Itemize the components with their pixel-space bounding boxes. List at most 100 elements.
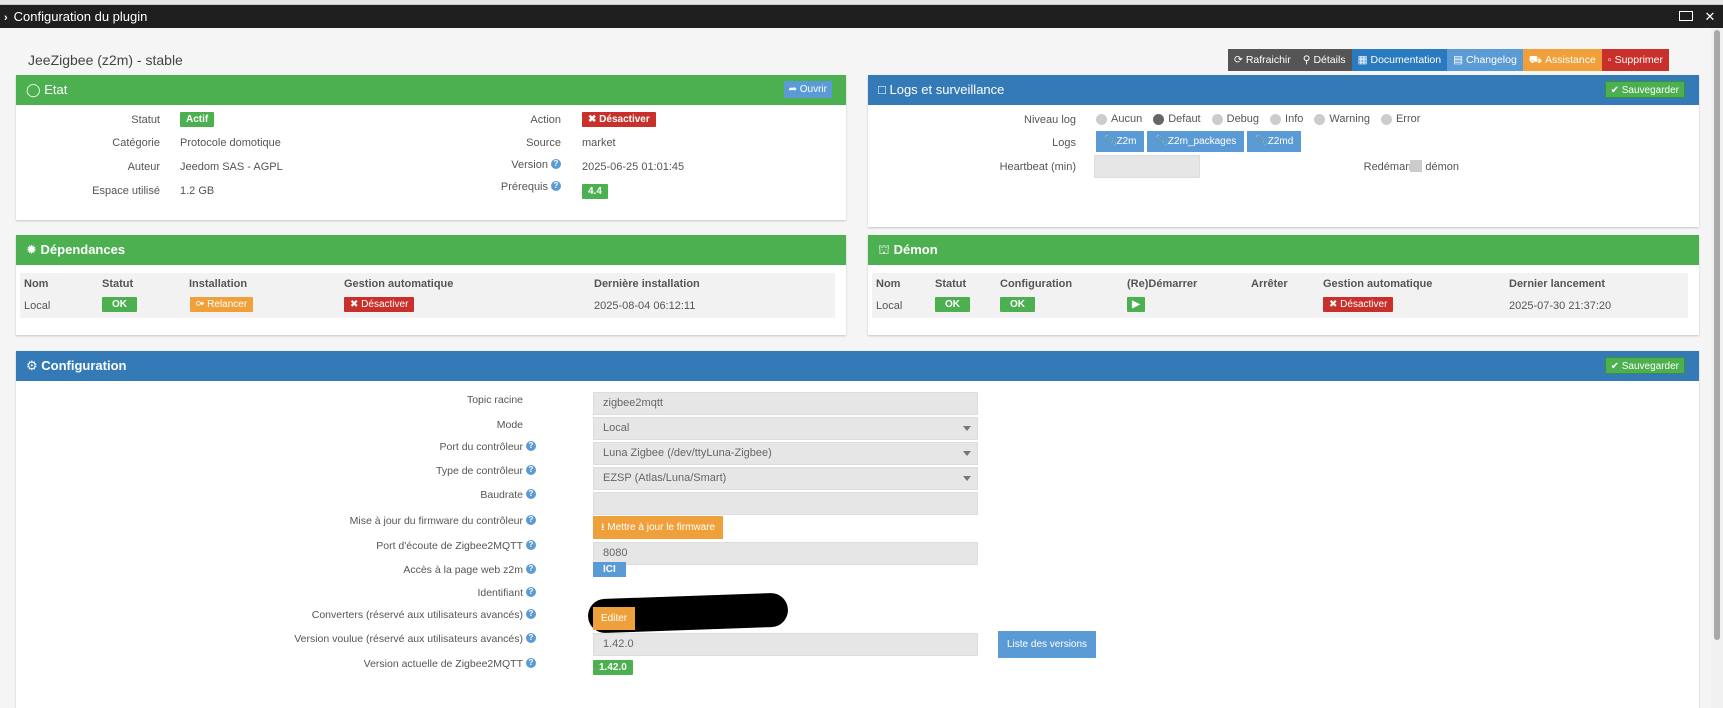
converters-label: Converters (réservé aux utilisateurs ava… [16, 609, 536, 621]
help-icon[interactable]: ? [526, 658, 536, 668]
demon-deactivate-button[interactable]: ✖ Désactiver [1323, 297, 1394, 312]
log-level-radio[interactable]: Info [1270, 113, 1303, 125]
type-select[interactable]: EZSP (Atlas/Luna/Smart) [593, 467, 978, 490]
maximize-button[interactable] [1679, 5, 1693, 28]
help-icon[interactable]: ? [551, 181, 561, 191]
help-icon[interactable]: ? [526, 515, 536, 525]
firmware-label-text: Mise à jour du firmware du contrôleur [349, 515, 523, 527]
logs-save-button[interactable]: ✔ Sauvegarder [1604, 81, 1685, 98]
close-button[interactable]: ✕ [1703, 5, 1717, 28]
changelog-label: Changelog [1466, 54, 1517, 66]
radio-dot[interactable] [1380, 113, 1392, 125]
version-voulue-input[interactable]: 1.42.0 [593, 633, 978, 656]
help-icon[interactable]: ? [551, 159, 561, 169]
source-label: Source [526, 137, 561, 149]
port-select[interactable]: Luna Zigbee (/dev/ttyLuna-Zigbee) [593, 442, 978, 465]
prerequis-value: 4.4 [582, 184, 608, 199]
refresh-button[interactable]: ⟳ Rafraichir [1228, 49, 1297, 71]
radio-dot[interactable] [1153, 113, 1165, 125]
details-button[interactable]: ⚲ Détails [1296, 49, 1352, 71]
dependances-panel: ✹ Dépendances Nom Statut Installation Ge… [16, 235, 846, 335]
close-icon: ✖ [350, 299, 359, 310]
topic-input[interactable]: zigbee2mqtt [593, 392, 978, 415]
log-button-z2m[interactable]: 📎Z2m [1096, 131, 1145, 152]
log-button-z2m-packages[interactable]: 📎Z2m_packages [1147, 131, 1245, 152]
mode-select[interactable]: Local [593, 417, 978, 440]
close-icon: ✕ [1704, 9, 1716, 24]
help-icon[interactable]: ? [526, 489, 536, 499]
restart-daemon-checkbox[interactable] [1410, 160, 1422, 172]
log-buttons: 📎Z2m 📎Z2m_packages 📎Z2md [1096, 131, 1302, 152]
plugin-config-window: › Configuration du plugin ✕ JeeZigbee (z2… [0, 0, 1723, 708]
radio-dot[interactable] [1270, 113, 1282, 125]
log-button-z2md[interactable]: 📎Z2md [1247, 131, 1302, 152]
version-actuelle-value: 1.42.0 [593, 660, 633, 675]
versions-list-button[interactable]: Liste des versions [998, 631, 1097, 658]
version-value: 2025-06-25 01:01:45 [582, 161, 685, 173]
help-icon[interactable]: ? [526, 540, 536, 550]
dependances-header: ✹ Dépendances [16, 235, 846, 265]
documentation-button[interactable]: ▦ Documentation [1351, 49, 1448, 71]
log-level-radio[interactable]: Error [1380, 113, 1420, 125]
help-icon[interactable]: ? [526, 441, 536, 451]
changelog-button[interactable]: ▤ Changelog [1447, 49, 1523, 71]
statut-value: Actif [180, 112, 215, 127]
col-gestion: Gestion automatique [344, 278, 454, 290]
dependances-title: Dépendances [40, 242, 126, 257]
dep-statut-badge: OK [102, 297, 137, 312]
help-icon[interactable]: ? [526, 609, 536, 619]
bank-icon: ⛫ [878, 242, 890, 257]
firmware-update-label: Mettre à jour le firmware [607, 522, 716, 533]
firmware-update-button[interactable]: ⭳ Mettre à jour le firmware [593, 516, 724, 539]
dep-deactivate-label: Désactiver [361, 299, 409, 310]
radio-dot[interactable] [1211, 113, 1223, 125]
log-level-radio[interactable]: Debug [1211, 113, 1260, 125]
deactivate-button[interactable]: ✖ Désactiver [582, 112, 656, 127]
config-save-label: Sauvegarder [1621, 361, 1679, 372]
book-icon: ▦ [1357, 54, 1368, 66]
dep-nom: Local [24, 300, 51, 312]
help-icon[interactable]: ? [526, 587, 536, 597]
scrollbar-thumb[interactable] [1714, 30, 1720, 640]
delete-button[interactable]: ▫ Supprimer [1601, 49, 1669, 71]
search-icon: ⚲ [1302, 54, 1311, 66]
log-level-radio[interactable]: Warning [1314, 113, 1370, 125]
log-button-label: Z2m [1116, 136, 1137, 147]
log-level-label: Debug [1226, 113, 1260, 125]
maximize-icon [1679, 11, 1693, 21]
version-actuelle-label: Version actuelle de Zigbee2MQTT? [16, 658, 536, 670]
log-button-label: Z2m_packages [1167, 136, 1237, 147]
baudrate-input[interactable] [593, 492, 978, 515]
assistance-button[interactable]: ⛟ Assistance [1522, 49, 1602, 71]
configuration-title: Configuration [41, 358, 127, 373]
demon-config: OK [1000, 297, 1035, 312]
check-circle-icon: ✔ [1610, 85, 1619, 96]
categorie-value: Protocole domotique [180, 137, 281, 149]
restart-daemon-label: Redémarrer démon [1363, 161, 1459, 173]
relancer-button[interactable]: ⚩ Relancer [190, 297, 254, 312]
web-access-button[interactable]: ICI [593, 562, 626, 577]
type-label: Type de contrôleur? [16, 465, 536, 477]
config-save-button[interactable]: ✔ Sauvegarder [1604, 357, 1685, 374]
paperclip-icon: 📎 [1155, 136, 1168, 147]
help-icon[interactable]: ? [526, 465, 536, 475]
col-nom: Nom [876, 278, 901, 290]
log-level-radio[interactable]: Defaut [1153, 113, 1201, 125]
help-icon[interactable]: ? [526, 633, 536, 643]
listen-port-label: Port d'écoute de Zigbee2MQTT? [16, 540, 536, 552]
vertical-scrollbar[interactable] [1711, 28, 1723, 708]
play-button[interactable]: ▶ [1127, 297, 1145, 312]
open-label: Ouvrir [799, 84, 827, 95]
radio-dot[interactable] [1314, 113, 1326, 125]
help-icon[interactable]: ? [526, 564, 536, 574]
heartbeat-input[interactable] [1094, 155, 1200, 178]
radio-dot[interactable] [1096, 113, 1107, 125]
open-button[interactable]: ➦ Ouvrir [783, 81, 832, 98]
col-redemarrer: (Re)Démarrer [1127, 278, 1198, 290]
dep-deactivate-button[interactable]: ✖ Désactiver [344, 297, 415, 312]
listen-port-input[interactable]: 8080 [593, 542, 978, 565]
col-nom: Nom [24, 278, 49, 290]
converters-edit-button[interactable]: Editer [593, 607, 636, 630]
listen-port-label-text: Port d'écoute de Zigbee2MQTT [376, 540, 523, 552]
log-level-radio[interactable]: Aucun [1096, 113, 1142, 125]
